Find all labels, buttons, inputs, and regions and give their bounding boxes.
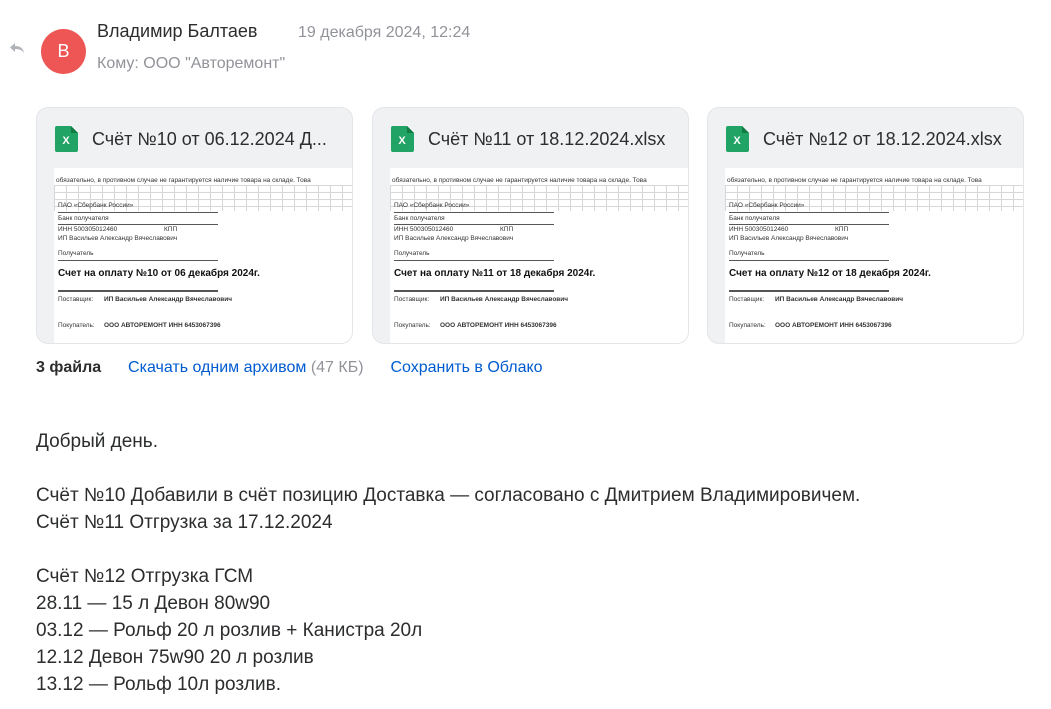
body-line: 13.12 — Рольф 10л розлив.: [36, 674, 281, 695]
attachment-name: Счёт №10 от 06.12.2024 Д...: [92, 128, 327, 149]
message-body: Добрый день. Счёт №10 Добавили в счёт по…: [36, 428, 860, 698]
download-archive-link[interactable]: Скачать одним архивом: [128, 359, 306, 376]
excel-file-icon: X: [726, 126, 749, 152]
save-to-cloud-link[interactable]: Сохранить в Облако: [390, 359, 542, 376]
svg-text:X: X: [62, 135, 70, 147]
body-line: 03.12 — Рольф 20 л розлив + Канистра 20л: [36, 620, 423, 641]
body-line: Счёт №12 Отгрузка ГСМ: [36, 566, 254, 587]
body-line: [36, 455, 860, 482]
attachment-card[interactable]: X Счёт №10 от 06.12.2024 Д... обязательн…: [36, 107, 353, 344]
recipient-line: Кому: ООО "Авторемонт": [97, 55, 286, 72]
excel-file-icon: X: [55, 126, 78, 152]
files-count: 3 файла: [36, 359, 102, 376]
body-line: 12.12 Девон 75w90 20 л розлив: [36, 647, 314, 668]
body-line: [36, 536, 860, 563]
attachment-preview: обязательно, в противном случае не гаран…: [390, 168, 688, 343]
svg-text:X: X: [733, 135, 741, 147]
body-line: 28.11 — 15 л Девон 80w90: [36, 593, 271, 614]
attachment-name: Счёт №12 от 18.12.2024.xlsx: [763, 128, 1002, 149]
avatar[interactable]: В: [41, 29, 86, 74]
svg-text:X: X: [398, 135, 406, 147]
attachments-bar: 3 файла Скачать одним архивом (47 КБ) Со…: [36, 359, 543, 377]
body-line: Счёт №11 Отгрузка за 17.12.2024: [36, 512, 333, 533]
attachment-name: Счёт №11 от 18.12.2024.xlsx: [428, 128, 666, 149]
excel-file-icon: X: [391, 126, 414, 152]
body-line: Счёт №10 Добавили в счёт позицию Доставк…: [36, 485, 861, 506]
reply-icon[interactable]: [9, 42, 25, 54]
message-date: 19 декабря 2024, 12:24: [298, 24, 471, 41]
body-line: Добрый день.: [36, 431, 158, 452]
attachment-card[interactable]: X Счёт №12 от 18.12.2024.xlsx обязательн…: [707, 107, 1024, 344]
attachment-preview: обязательно, в противном случае не гаран…: [725, 168, 1023, 343]
attachment-preview: обязательно, в противном случае не гаран…: [54, 168, 352, 343]
archive-size: (47 КБ): [310, 359, 364, 376]
sender-name[interactable]: Владимир Балтаев: [97, 21, 257, 42]
avatar-letter: В: [57, 41, 70, 61]
attachment-card[interactable]: X Счёт №11 от 18.12.2024.xlsx обязательн…: [372, 107, 689, 344]
